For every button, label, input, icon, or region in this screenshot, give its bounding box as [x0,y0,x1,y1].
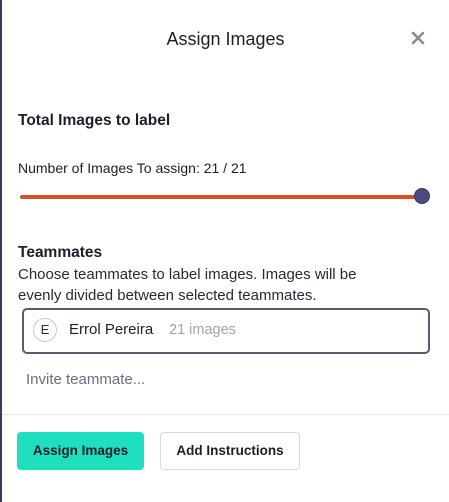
avatar: E [33,318,57,342]
slider-fill [20,195,422,199]
footer-divider [2,414,449,415]
invite-teammate-input[interactable]: Invite teammate... [26,371,145,388]
teammate-selector[interactable]: E Errol Pereira 21 images [22,308,430,354]
images-to-assign-label: Number of Images To assign: 21 / 21 [18,160,247,176]
dialog-header: Assign Images [2,0,449,80]
dialog-title: Assign Images [166,29,285,49]
teammates-heading: Teammates [18,244,103,261]
teammates-description: Choose teammates to label images. Images… [18,266,357,304]
teammate-image-count: 21 images [169,322,236,338]
assign-images-dialog: Assign Images Total Images to label Numb… [2,0,449,502]
images-count-slider[interactable] [18,186,432,208]
close-icon[interactable] [407,27,429,49]
teammate-name: Errol Pereira [69,321,154,338]
slider-thumb[interactable] [414,188,430,204]
assign-images-button[interactable]: Assign Images [17,432,144,470]
add-instructions-button[interactable]: Add Instructions [160,432,300,470]
total-images-heading: Total Images to label [18,112,171,129]
